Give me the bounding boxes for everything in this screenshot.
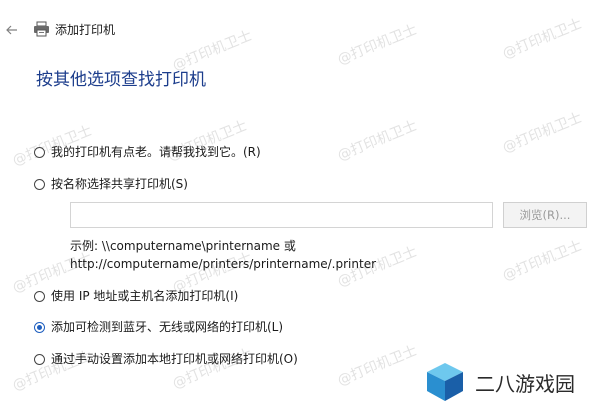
browse-button[interactable]: 浏览(R)... [503,202,587,228]
watermark: @打印机卫士 [500,109,585,157]
logo-text: 二八游戏园 [475,372,575,396]
printer-icon [33,21,50,37]
page-heading: 按其他选项查找打印机 [36,70,206,90]
radio-shared-by-name[interactable] [34,178,45,190]
shared-printer-input[interactable] [70,202,493,228]
option-manual-setup[interactable]: 通过手动设置添加本地打印机或网络打印机(O) [34,350,298,368]
option-label: 通过手动设置添加本地打印机或网络打印机(O) [51,352,298,366]
watermark: @打印机卫士 [335,342,420,390]
window-title: 添加打印机 [55,23,116,37]
option-label: 我的打印机有点老。请帮我找到它。(R) [51,145,261,159]
site-logo: 二八游戏园 [423,359,600,406]
option-detect-printer[interactable]: 添加可检测到蓝牙、无线或网络的打印机(L) [34,318,283,336]
watermark: @打印机卫士 [500,237,585,285]
title-bar: 添加打印机 [0,0,600,40]
watermark: @打印机卫士 [335,117,420,165]
option-ip-address[interactable]: 使用 IP 地址或主机名添加打印机(I) [34,287,238,305]
example-text-line1: 示例: \\computername\printername 或 [70,239,296,253]
option-label: 使用 IP 地址或主机名添加打印机(I) [51,289,239,303]
cube-logo-icon [423,359,467,403]
option-label: 添加可检测到蓝牙、无线或网络的打印机(L) [51,320,284,334]
back-arrow-icon[interactable] [4,22,20,38]
radio-old-printer[interactable] [34,146,45,158]
option-label: 按名称选择共享打印机(S) [51,177,188,191]
option-old-printer[interactable]: 我的打印机有点老。请帮我找到它。(R) [34,143,261,161]
radio-ip-address[interactable] [34,290,45,302]
option-shared-by-name[interactable]: 按名称选择共享打印机(S) [34,175,188,193]
radio-detect-printer[interactable] [34,321,45,333]
radio-manual-setup[interactable] [34,353,45,365]
example-text-line2: http://computername/printers/printername… [70,257,377,271]
